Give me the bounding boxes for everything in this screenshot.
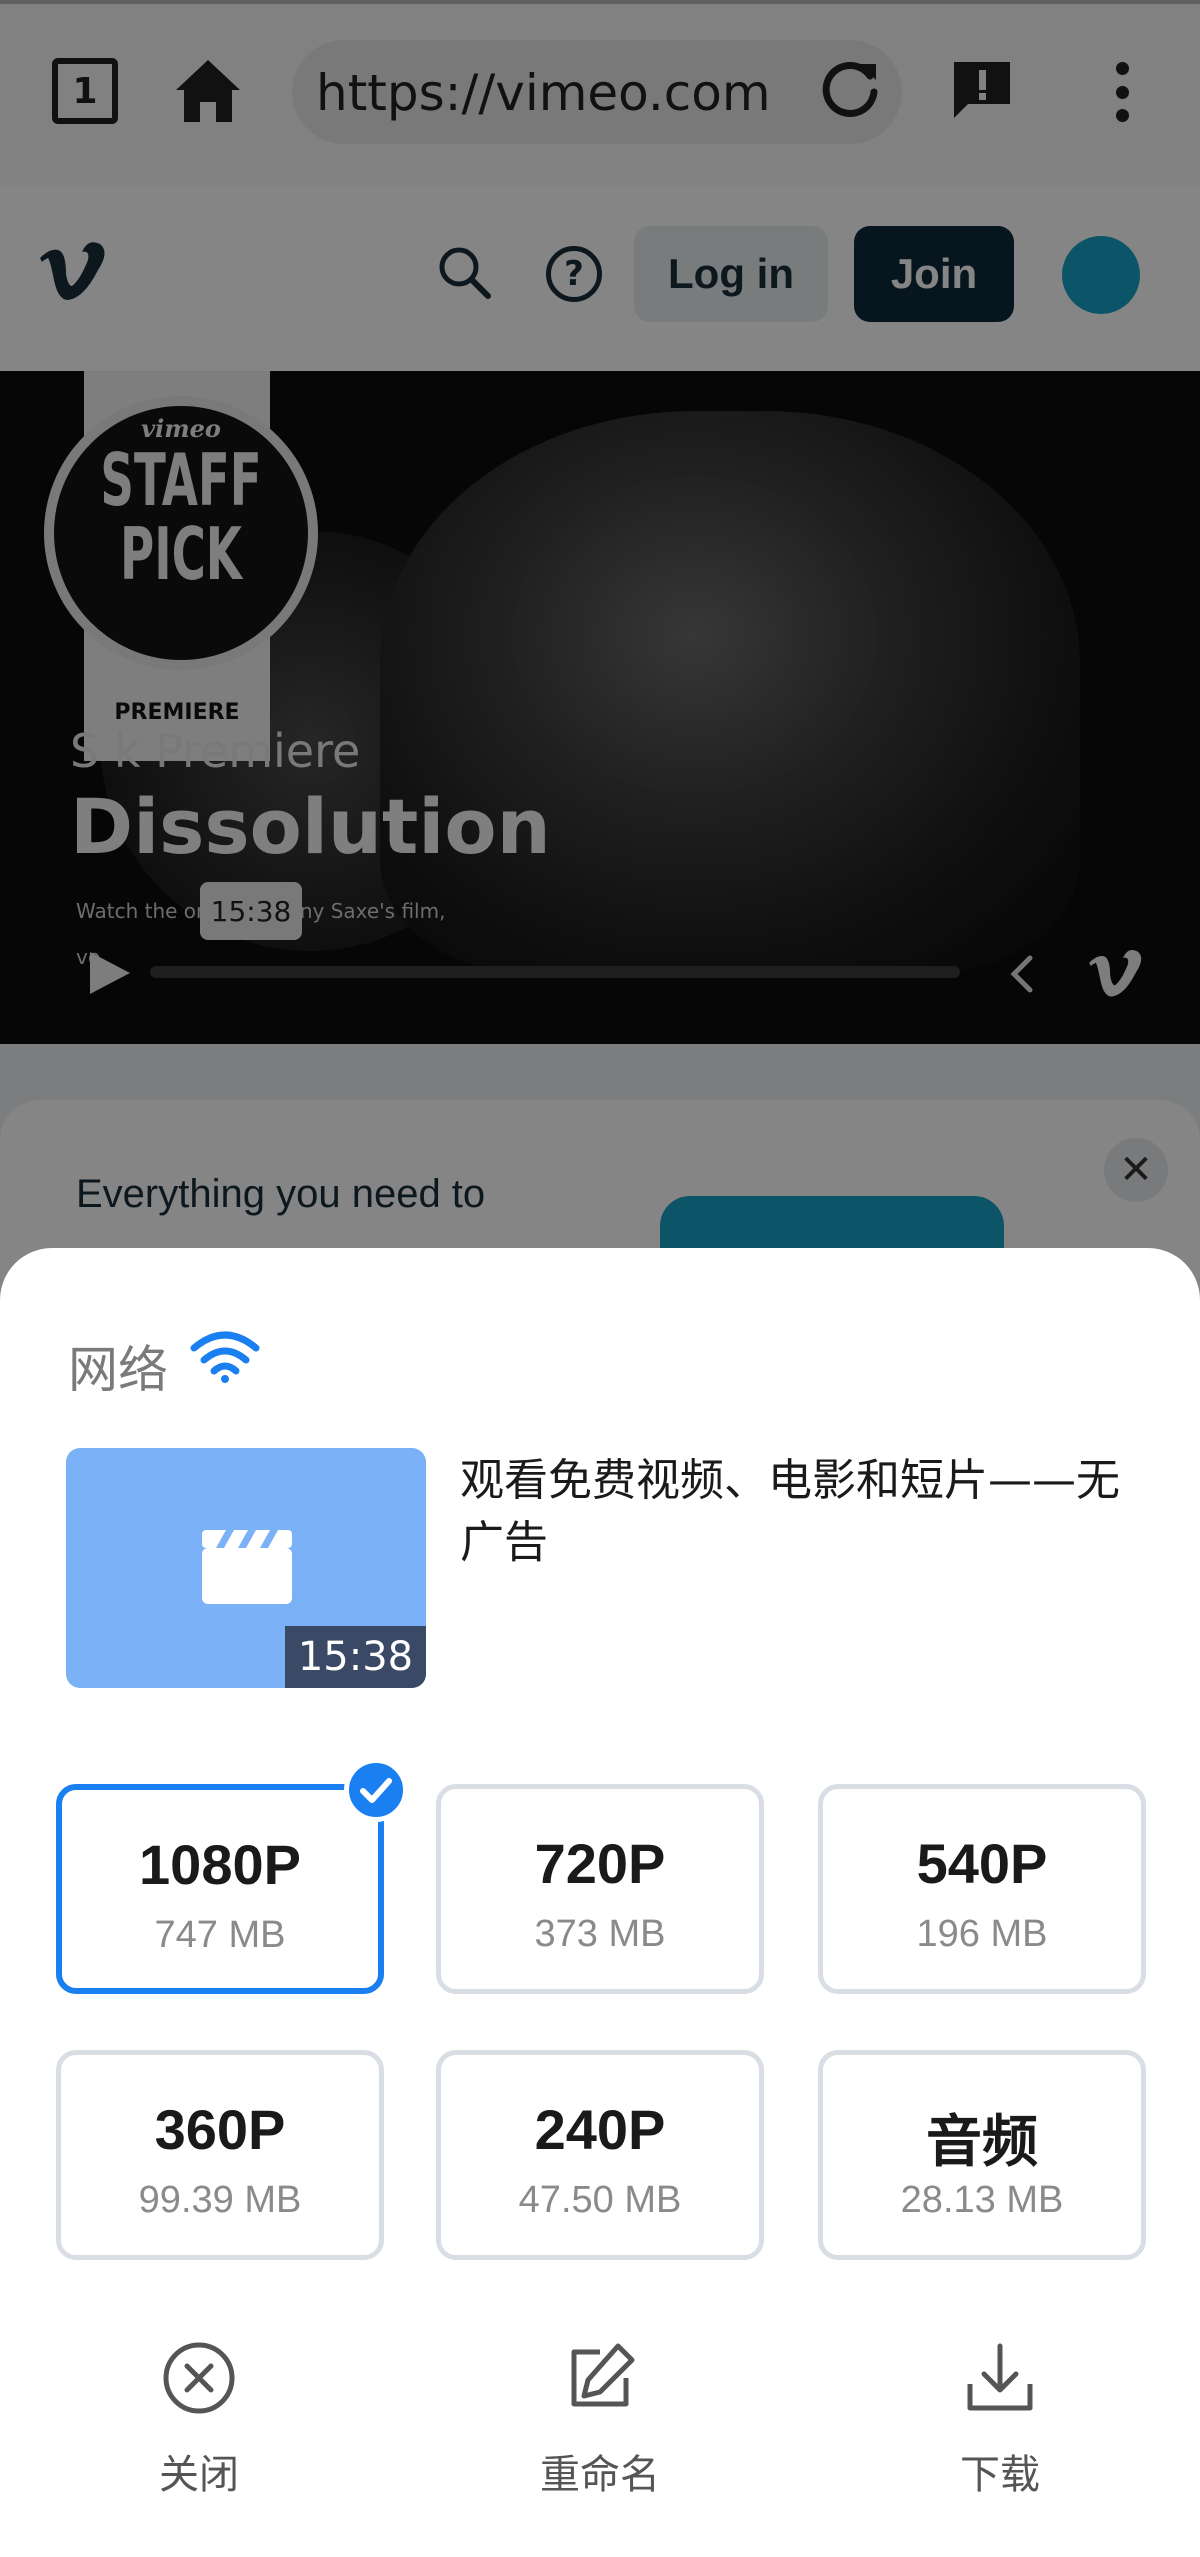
quality-label: 540P: [916, 1832, 1048, 1895]
check-icon: [344, 1758, 408, 1822]
quality-option-1080p[interactable]: 1080P 747 MB: [56, 1784, 384, 1994]
quality-option-540p[interactable]: 540P 196 MB: [818, 1784, 1146, 1994]
download-button[interactable]: 下载: [890, 2338, 1110, 2508]
close-button[interactable]: 关闭: [89, 2338, 309, 2508]
download-label: 下载: [960, 2452, 1040, 2498]
rename-label: 重命名: [540, 2452, 660, 2498]
quality-label: 720P: [534, 1832, 666, 1895]
rename-button[interactable]: 重命名: [490, 2338, 710, 2508]
clapperboard-icon: [202, 1530, 292, 1604]
quality-option-audio[interactable]: 音频 28.13 MB: [818, 2050, 1146, 2260]
quality-label: 240P: [534, 2098, 666, 2161]
close-label: 关闭: [159, 2452, 239, 2498]
quality-option-360p[interactable]: 360P 99.39 MB: [56, 2050, 384, 2260]
video-name: 观看免费视频、电影和短片——无广告: [460, 1455, 1120, 1568]
quality-size: 373 MB: [534, 1913, 666, 1955]
duration-badge: 15:38: [285, 1626, 426, 1688]
quality-size: 747 MB: [154, 1914, 286, 1956]
quality-option-240p[interactable]: 240P 47.50 MB: [436, 2050, 764, 2260]
close-circle-icon: [163, 2342, 235, 2414]
quality-size: 28.13 MB: [900, 2179, 1064, 2221]
network-label: 网络: [68, 1341, 168, 1399]
wifi-icon: [190, 1331, 260, 1383]
quality-label: 音频: [926, 2110, 1038, 2173]
quality-label: 1080P: [139, 1833, 301, 1896]
quality-size: 99.39 MB: [138, 2179, 302, 2221]
quality-option-720p[interactable]: 720P 373 MB: [436, 1784, 764, 1994]
quality-label: 360P: [154, 2098, 286, 2161]
edit-icon: [571, 2343, 635, 2407]
quality-size: 196 MB: [916, 1913, 1048, 1955]
download-icon: [967, 2343, 1033, 2411]
quality-size: 47.50 MB: [518, 2179, 682, 2221]
